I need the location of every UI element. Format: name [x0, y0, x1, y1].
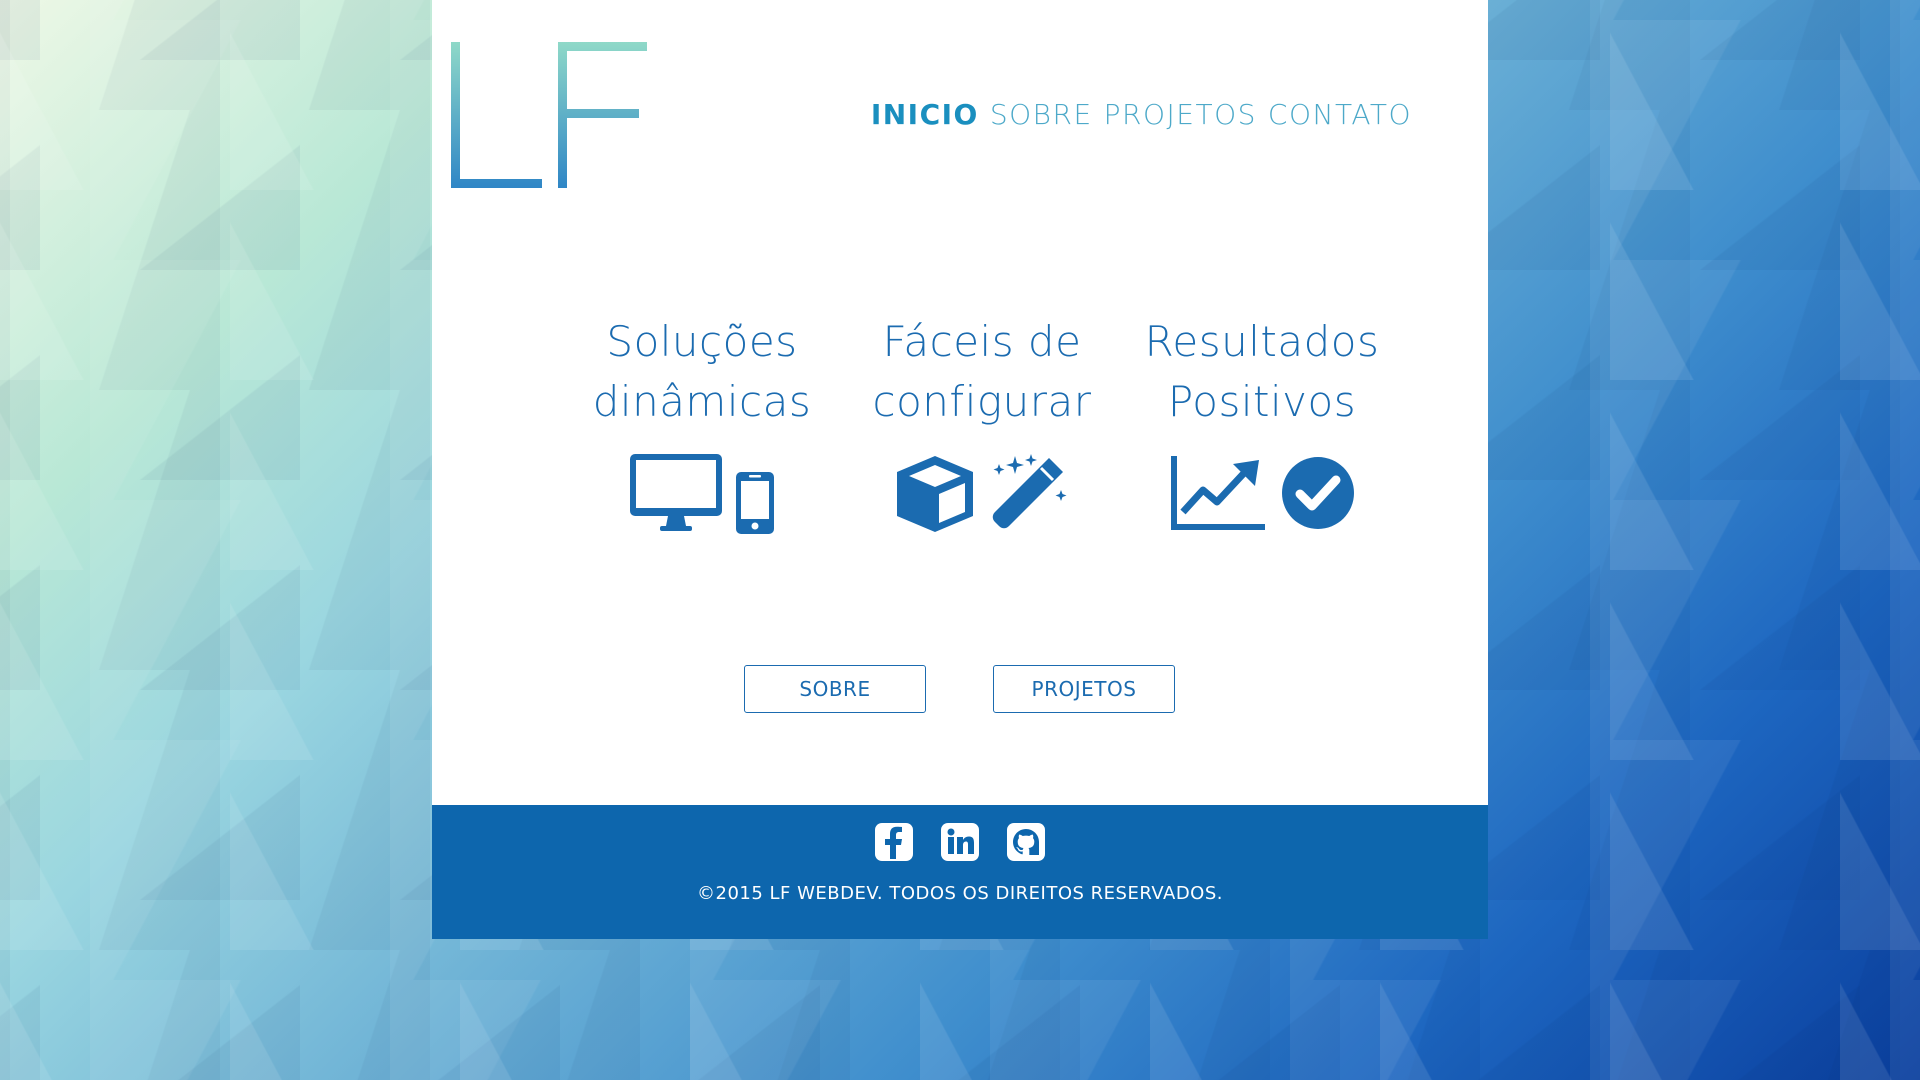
- nav-item-sobre[interactable]: SOBRE: [990, 98, 1093, 131]
- nav-item-projetos[interactable]: PROJETOS: [1104, 98, 1257, 131]
- magic-wand-icon: [992, 454, 1067, 529]
- nav-item-contato[interactable]: CONTATO: [1268, 98, 1412, 131]
- feature-icons: [630, 454, 774, 534]
- nav-item-inicio[interactable]: INICIO: [871, 98, 979, 131]
- copyright-text: ©2015 LF WEBDEV. TODOS OS DIREITOS RESER…: [697, 883, 1223, 904]
- facebook-icon[interactable]: [875, 823, 913, 861]
- social-links: [432, 823, 1488, 861]
- logo-graphic: [451, 42, 647, 188]
- feature-title: Fáceis de configurar: [872, 317, 1092, 426]
- cube-icon: [897, 456, 973, 532]
- feature-solucoes: Soluções dinâmicas: [582, 312, 822, 534]
- feature-icons: [895, 454, 1069, 534]
- logo[interactable]: [449, 40, 649, 199]
- footer: ©2015 LF WEBDEV. TODOS OS DIREITOS RESER…: [432, 805, 1488, 939]
- mobile-phone-icon: [736, 472, 774, 534]
- feature-resultados: Resultados Positivos: [1142, 312, 1382, 534]
- sobre-button[interactable]: SOBRE: [744, 665, 926, 713]
- linkedin-icon[interactable]: [941, 823, 979, 861]
- projetos-button[interactable]: PROJETOS: [993, 665, 1175, 713]
- feature-icons: [1169, 454, 1355, 530]
- feature-title: Soluções dinâmicas: [592, 317, 812, 426]
- features-section: Soluções dinâmicas Fáceis de configurar: [582, 312, 1382, 534]
- main-panel: INICIO SOBRE PROJETOS CONTATO Soluções d…: [432, 0, 1488, 939]
- main-nav: INICIO SOBRE PROJETOS CONTATO: [871, 98, 1412, 131]
- feature-title: Resultados Positivos: [1144, 317, 1380, 426]
- line-chart-icon: [1171, 456, 1265, 530]
- feature-faceis: Fáceis de configurar: [862, 312, 1102, 534]
- github-icon[interactable]: [1007, 823, 1045, 861]
- check-circle-icon: [1282, 457, 1354, 529]
- desktop-icon: [630, 454, 722, 531]
